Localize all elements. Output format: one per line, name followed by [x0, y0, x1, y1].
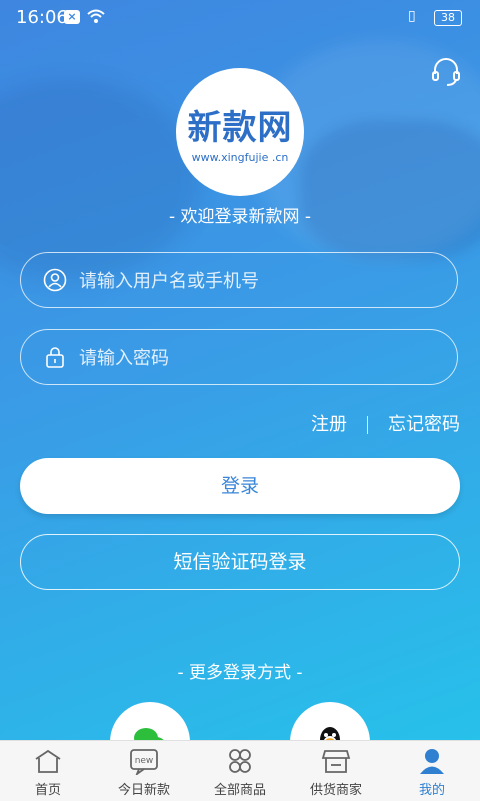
- logo-url: www.xingfujie .cn: [191, 151, 289, 164]
- tab-suppliers[interactable]: 供货商家: [288, 741, 384, 801]
- tab-label: 供货商家: [309, 783, 362, 798]
- account-links: 注册 忘记密码: [311, 410, 460, 436]
- link-divider: [367, 416, 368, 434]
- customer-service-icon[interactable]: [428, 54, 464, 90]
- store-icon: [321, 750, 351, 773]
- battery-indicator: 38: [434, 10, 462, 26]
- more-login-title: - 更多登录方式 -: [177, 663, 303, 683]
- tab-label: 首页: [34, 783, 61, 798]
- tab-label: 全部商品: [213, 783, 266, 798]
- new-icon: new: [130, 749, 158, 775]
- status-time: 16:06: [16, 7, 68, 28]
- forgot-password-link[interactable]: 忘记密码: [388, 410, 460, 436]
- vibrate-icon: ▯: [408, 8, 416, 24]
- wifi-icon: [87, 9, 105, 23]
- tab-home[interactable]: 首页: [0, 741, 96, 801]
- lock-icon: [46, 347, 64, 368]
- tab-bar: 首页 new 今日新款 全部商品 供货商家 我的: [0, 740, 480, 801]
- register-link[interactable]: 注册: [311, 410, 347, 436]
- tab-mine[interactable]: 我的: [384, 741, 480, 801]
- notification-icon: ×: [64, 10, 80, 24]
- status-bar: 16:06 × ▯ 38: [0, 0, 480, 36]
- tab-label: 今日新款: [117, 783, 170, 798]
- logo: 新款网 www.xingfujie .cn: [176, 68, 304, 196]
- password-input[interactable]: [77, 340, 441, 376]
- grid-icon: [229, 749, 251, 773]
- background-shape: [300, 120, 480, 260]
- username-field[interactable]: [20, 252, 458, 308]
- tab-label: 我的: [418, 783, 445, 798]
- sms-login-button[interactable]: 短信验证码登录: [20, 534, 460, 590]
- tab-new-today[interactable]: new 今日新款: [96, 741, 192, 801]
- svg-text:new: new: [135, 756, 154, 766]
- username-input[interactable]: [77, 263, 441, 299]
- user-icon: [420, 749, 444, 774]
- user-icon: [43, 268, 67, 292]
- home-icon: [35, 749, 61, 773]
- welcome-text: - 欢迎登录新款网 -: [168, 207, 312, 227]
- background-shape: [0, 80, 200, 280]
- password-field[interactable]: [20, 329, 458, 385]
- tab-all-products[interactable]: 全部商品: [192, 741, 288, 801]
- logo-text: 新款网: [187, 108, 293, 148]
- login-button[interactable]: 登录: [20, 458, 460, 514]
